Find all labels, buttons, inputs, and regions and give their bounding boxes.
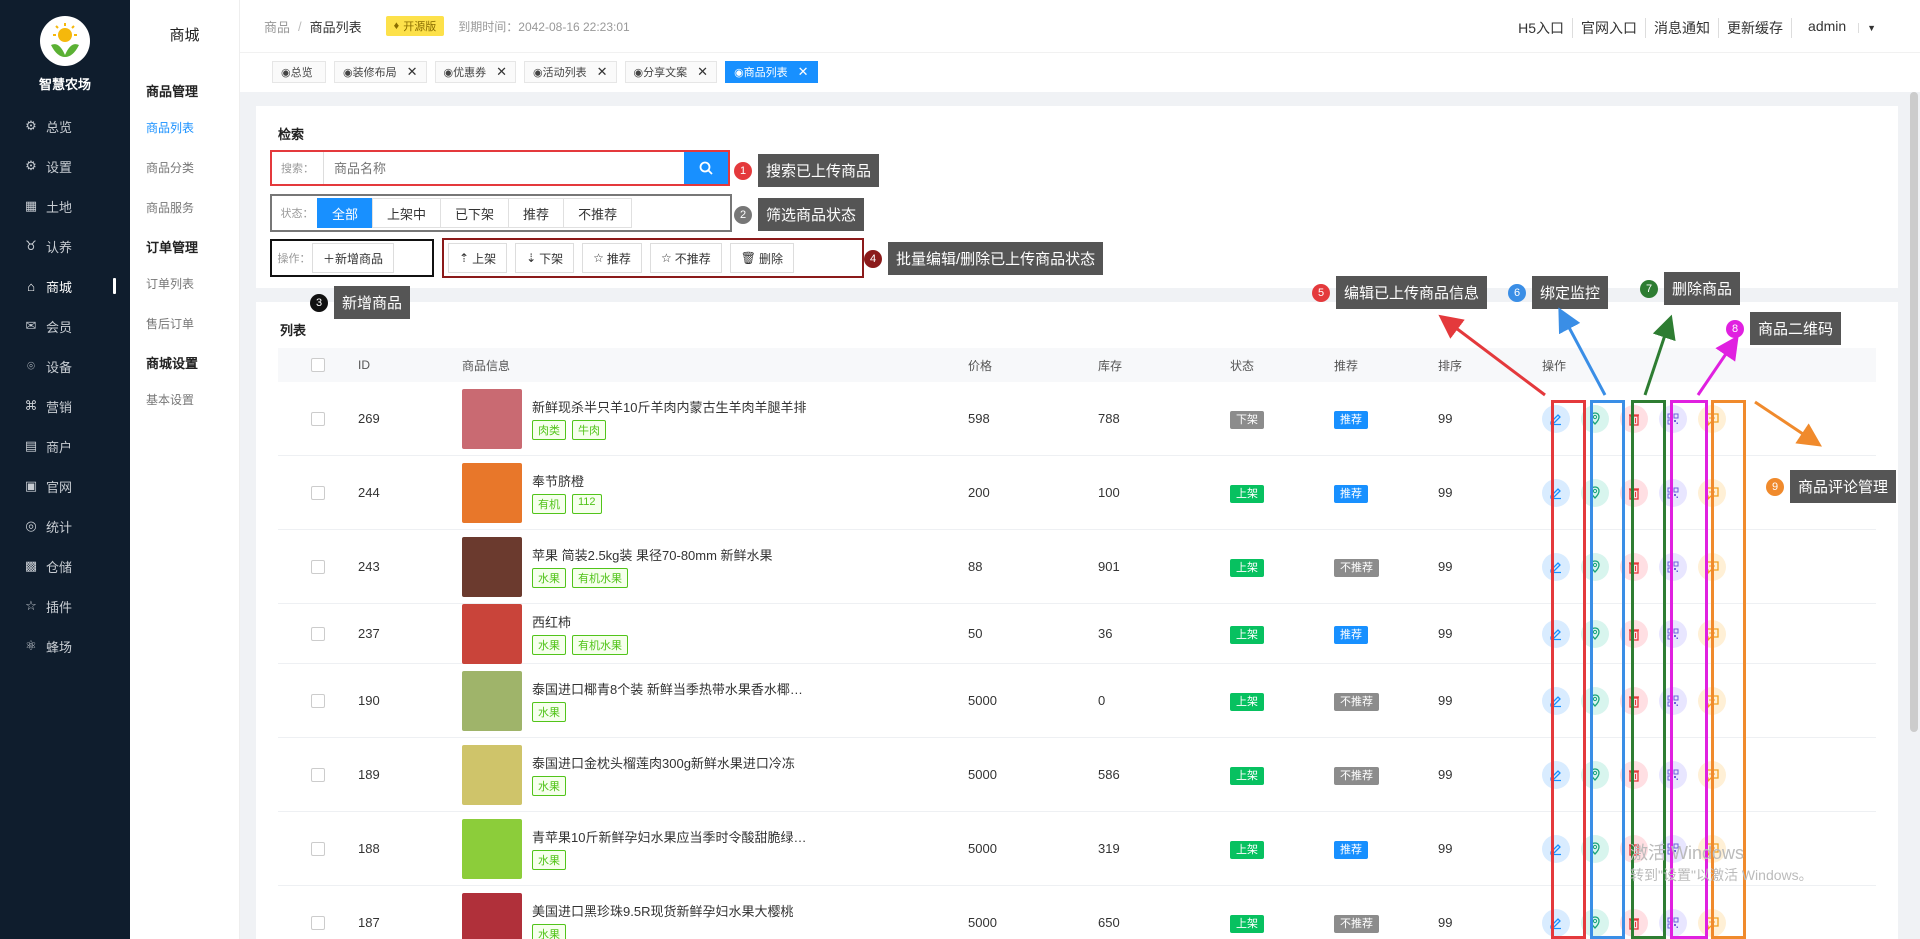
watermark-line1: 激活 Windows [1630,843,1745,863]
arrow-monitor [1558,307,1607,396]
watermark-line2: 转到"设置"以激活 Windows。 [1630,867,1813,883]
arrow-edit [1438,314,1546,397]
arrow-delete [1643,314,1676,396]
annotation-arrows [1438,307,1822,447]
activation-watermark: 激活 Windows 转到"设置"以激活 Windows。 [1630,842,1813,886]
arrow-qrcode [1696,335,1739,396]
arrow-comments [1754,400,1822,447]
